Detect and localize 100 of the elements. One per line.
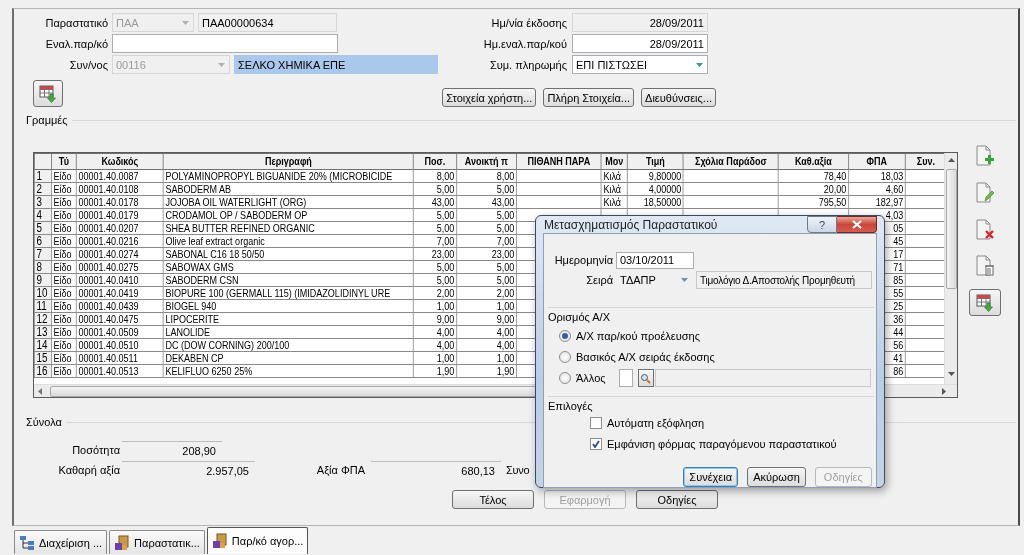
- toolbar-button[interactable]: Στοιχεία χρήστη...: [442, 88, 537, 107]
- table-cell: 4,00: [413, 325, 457, 339]
- checkbox[interactable]: [590, 438, 602, 450]
- table-cell: 4,00: [413, 338, 457, 352]
- toolbar-button[interactable]: Πλήρη Στοιχεία...: [543, 88, 635, 107]
- table-cell: 4,00: [456, 325, 517, 339]
- table-cell: Είδο: [51, 208, 77, 222]
- table-cell: POLYAMINOPROPYL BIGUANIDE 20% (MICROBICIDE: [163, 169, 414, 183]
- net-value-field: 2.957,05: [122, 461, 255, 479]
- grid-import-button[interactable]: [33, 80, 63, 107]
- arrow-right-icon[interactable]: [942, 387, 946, 395]
- column-header: Σχόλια Παράδοσ: [683, 153, 779, 170]
- table-cell: 9,00: [413, 312, 457, 326]
- table-cell: 5,00: [413, 208, 457, 222]
- table-cell: DEKABEN CP: [163, 351, 414, 365]
- vertical-scrollbar[interactable]: [944, 153, 957, 384]
- dialog-button[interactable]: Ακύρωση: [747, 467, 806, 487]
- column-header: ΠΙΘΑΝΗ ΠΑΡΑ: [516, 153, 602, 170]
- action-button[interactable]: Τέλος: [452, 490, 534, 509]
- field-label: Ημερομηνία: [553, 254, 613, 266]
- document-cross-icon[interactable]: [974, 219, 996, 241]
- input-field[interactable]: [112, 34, 338, 53]
- date-field[interactable]: 03/10/2011: [616, 251, 694, 269]
- table-cell: SABOWAX GMS: [163, 260, 414, 274]
- table-cell: 8,00: [456, 169, 517, 183]
- caret-icon: [680, 277, 689, 283]
- close-button[interactable]: [837, 216, 877, 233]
- table-cell: 23,00: [413, 247, 457, 261]
- table-cell: 18,03: [848, 169, 906, 183]
- table-cell: 4,00000: [627, 182, 684, 196]
- input-field[interactable]: [618, 369, 633, 387]
- table-cell: 00001.40.0179: [76, 208, 164, 222]
- table-cell: 9,00: [456, 312, 517, 326]
- column-header: Τιμή: [627, 153, 684, 170]
- column-header: Ποσ.: [413, 153, 457, 170]
- radio-button[interactable]: [559, 372, 571, 384]
- group-title: Επιλογές: [548, 400, 594, 412]
- search-button[interactable]: [637, 369, 654, 387]
- table-cell: 20,00: [778, 182, 849, 196]
- table-cell: 00001.40.0274: [76, 247, 164, 261]
- table-cell: 5,00: [413, 260, 457, 274]
- table-cell: 00001.40.0410: [76, 273, 164, 287]
- table-cell: 5,00: [456, 208, 517, 222]
- radio-button[interactable]: [559, 351, 571, 363]
- table-cell: DC (DOW CORNING) 200/100: [163, 338, 414, 352]
- tab[interactable]: Παραστατικ...: [109, 530, 205, 554]
- radio-button[interactable]: [559, 330, 571, 342]
- supplier-name-field[interactable]: ΣΕΛΚΟ ΧΗΜΙΚΑ ΕΠΕ: [234, 55, 438, 74]
- date-field[interactable]: 28/09/2011: [572, 34, 708, 53]
- table-cell: LANOLIDE: [163, 325, 414, 339]
- field-label: Συμ. πληρωμής: [488, 58, 567, 71]
- table-cell: Είδο: [51, 195, 77, 209]
- header-corner: [34, 153, 52, 170]
- input-field[interactable]: [654, 369, 871, 387]
- table-cell: BIOPURE 100 (GERMALL 115) (IMIDAZOLIDINYL URE: [163, 286, 414, 300]
- table-cell: 1,00: [413, 351, 457, 365]
- tab[interactable]: Διαχείριση ...: [14, 530, 108, 554]
- table-cell: 8,00: [413, 169, 457, 183]
- table-cell: 1,00: [413, 299, 457, 313]
- table-cell: Είδο: [51, 325, 77, 339]
- grid-arrow-icon: [39, 84, 57, 103]
- option-label: Α/Χ παρ/κού προέλευσης: [576, 330, 700, 342]
- tab[interactable]: Παρ/κό αγορ...: [206, 527, 309, 554]
- table-cell: 1,90: [456, 364, 517, 378]
- action-button[interactable]: Οδηγίες: [636, 490, 718, 509]
- table-cell: 2,00: [456, 286, 517, 300]
- table-cell: LIPOCERITE: [163, 312, 414, 326]
- table-cell: 182,97: [848, 195, 906, 209]
- arrow-up-icon[interactable]: [947, 158, 955, 162]
- table-cell: 795,50: [778, 195, 849, 209]
- scrollbar-thumb[interactable]: [946, 169, 957, 289]
- arrow-down-icon[interactable]: [947, 372, 955, 376]
- document-plus-icon[interactable]: [974, 145, 996, 167]
- checkbox[interactable]: [590, 417, 602, 429]
- table-cell: Είδο: [51, 351, 77, 365]
- table-cell: 5,00: [413, 273, 457, 287]
- table-cell: 18,50000: [627, 195, 684, 209]
- option-label: Άλλος: [576, 372, 606, 384]
- tree-icon: [19, 534, 35, 551]
- payment-dropdown[interactable]: ΕΠΙ ΠΙΣΤΩΣΕΙ: [572, 55, 708, 74]
- table-cell: Είδο: [51, 364, 77, 378]
- grid-export-button[interactable]: [969, 289, 1001, 316]
- table-cell: 2,00: [413, 286, 457, 300]
- document-pencil-icon[interactable]: [974, 182, 996, 204]
- column-header: Καθ.αξία: [778, 153, 849, 170]
- table-cell: 00001.40.0510: [76, 338, 164, 352]
- table-cell: 78,40: [778, 169, 849, 183]
- table-cell: BIOGEL 940: [163, 299, 414, 313]
- table-cell: 7,00: [456, 234, 517, 248]
- close-icon: [851, 220, 862, 229]
- document-bin-icon[interactable]: [974, 255, 996, 277]
- table-cell: 4,60: [848, 182, 906, 196]
- toolbar-button[interactable]: Διευθύνσεις...: [641, 88, 716, 107]
- option-label: Βασικός Α/Χ σειράς έκδοσης: [576, 351, 715, 363]
- help-button[interactable]: ?: [807, 216, 837, 233]
- table-cell: 00001.40.0511: [76, 351, 164, 365]
- table-cell: 7,00: [413, 234, 457, 248]
- table-cell: 5,00: [456, 221, 517, 235]
- dialog-button[interactable]: Συνέχεια: [683, 467, 739, 487]
- arrow-left-icon[interactable]: [38, 387, 42, 395]
